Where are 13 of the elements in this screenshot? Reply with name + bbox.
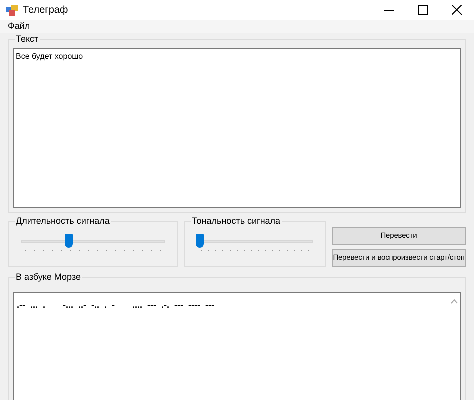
morse-output[interactable]: .-- ... . -... ..- -.. . - .... --- .-. --- ---- --- — [13, 292, 461, 400]
app-icon — [6, 4, 18, 16]
slider-label: Длительность сигнала — [15, 216, 111, 227]
window-title: Телеграф — [23, 4, 68, 18]
menu-item[interactable]: Файл — [8, 20, 30, 33]
text-input[interactable]: Все будет хорошо — [13, 48, 461, 208]
slider-label: Тональность сигнала — [191, 216, 282, 227]
slider-thumb[interactable] — [196, 234, 204, 248]
close-icon[interactable] — [452, 5, 462, 15]
group-title: Текст — [15, 34, 40, 45]
maximize-icon[interactable] — [418, 5, 428, 15]
slider-thumb[interactable] — [64, 234, 73, 248]
group-title: В азбуке Морзе — [15, 272, 82, 283]
